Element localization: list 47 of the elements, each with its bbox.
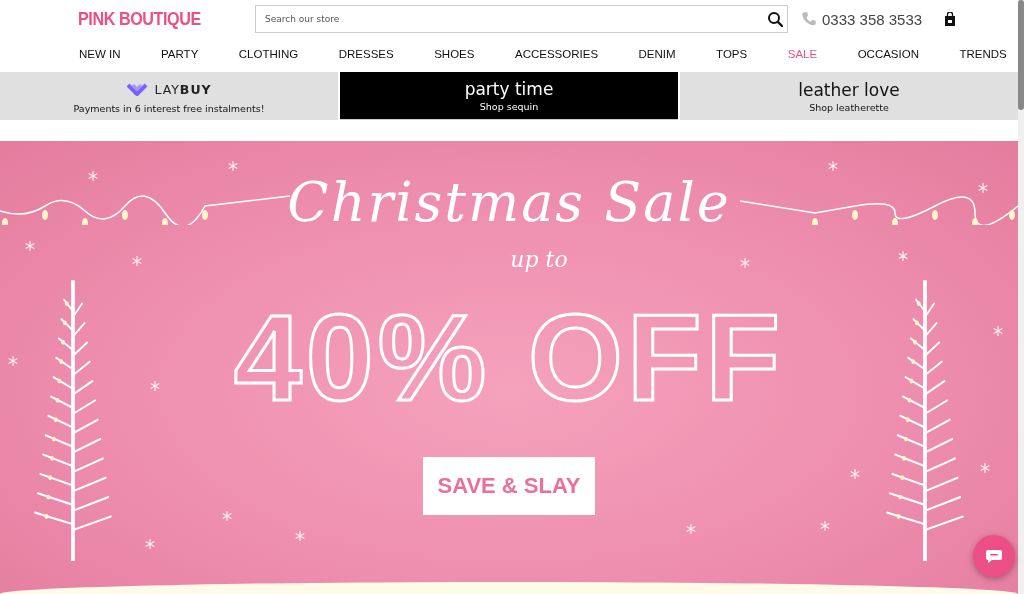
nav-link[interactable]: PARTY <box>161 47 199 60</box>
promo-title: leather love <box>798 79 900 100</box>
search-icon <box>767 11 783 27</box>
snowflake-icon <box>740 258 750 268</box>
snowflake-icon <box>686 524 696 534</box>
snowflake-icon <box>978 183 988 193</box>
snowflake-icon <box>295 531 305 541</box>
promo-banner[interactable]: party time Shop sequin <box>340 72 678 120</box>
snowflake-icon <box>820 521 830 531</box>
nav-link[interactable]: TRENDS <box>959 47 1007 60</box>
nav-link[interactable]: CLOTHING <box>238 47 299 60</box>
snowflake-icon <box>8 356 18 366</box>
hero-headline: 40% OFF <box>234 289 784 428</box>
snowflake-icon <box>145 539 155 549</box>
snowflake-icon <box>222 511 232 521</box>
nav-link[interactable]: ACCESSORIES <box>514 47 599 60</box>
promo-subtitle: Shop leatherette <box>809 101 889 113</box>
nav-link[interactable]: DRESSES <box>338 47 394 60</box>
hero-script-subtitle: up to <box>510 246 568 274</box>
snowflake-icon <box>850 469 860 479</box>
promo-subtitle: Payments in 6 interest free instalments! <box>73 102 265 114</box>
nav-link[interactable]: DENIM <box>638 47 676 60</box>
snowflake-icon <box>993 326 1003 336</box>
hero-script-title: Christmas Sale <box>287 170 731 236</box>
scrollbar[interactable] <box>1018 0 1024 594</box>
promo-title: party time <box>464 79 554 99</box>
snowflake-icon <box>88 171 98 181</box>
promo-banner[interactable]: LAYBUY Payments in 6 interest free instalments! <box>0 72 338 120</box>
snowflake-icon <box>898 251 908 261</box>
phone-icon <box>801 11 817 27</box>
nav-link[interactable]: SHOES <box>434 47 475 60</box>
nav-link[interactable]: OCCASION <box>857 47 919 60</box>
promo-subtitle: Shop sequin <box>479 101 539 112</box>
phone-number[interactable]: 0333 358 3533 <box>822 10 944 28</box>
scrollbar-thumb[interactable] <box>1018 0 1024 110</box>
nav-link[interactable]: TOPS <box>716 47 748 60</box>
snowflake-icon <box>228 161 238 171</box>
promo-banner[interactable]: leather love Shop leatherette <box>680 72 1018 120</box>
snowflake-icon <box>25 241 35 251</box>
chat-icon <box>985 549 1003 563</box>
laybuy-logo: LAYBUY <box>154 82 212 97</box>
snowflake-icon <box>980 463 990 473</box>
search-field[interactable]: Search our store <box>255 5 788 33</box>
snowflake-icon <box>828 161 838 171</box>
nav-link[interactable]: NEW IN <box>79 47 121 60</box>
snowflake-icon <box>132 256 142 266</box>
snowflake-icon <box>150 381 160 391</box>
